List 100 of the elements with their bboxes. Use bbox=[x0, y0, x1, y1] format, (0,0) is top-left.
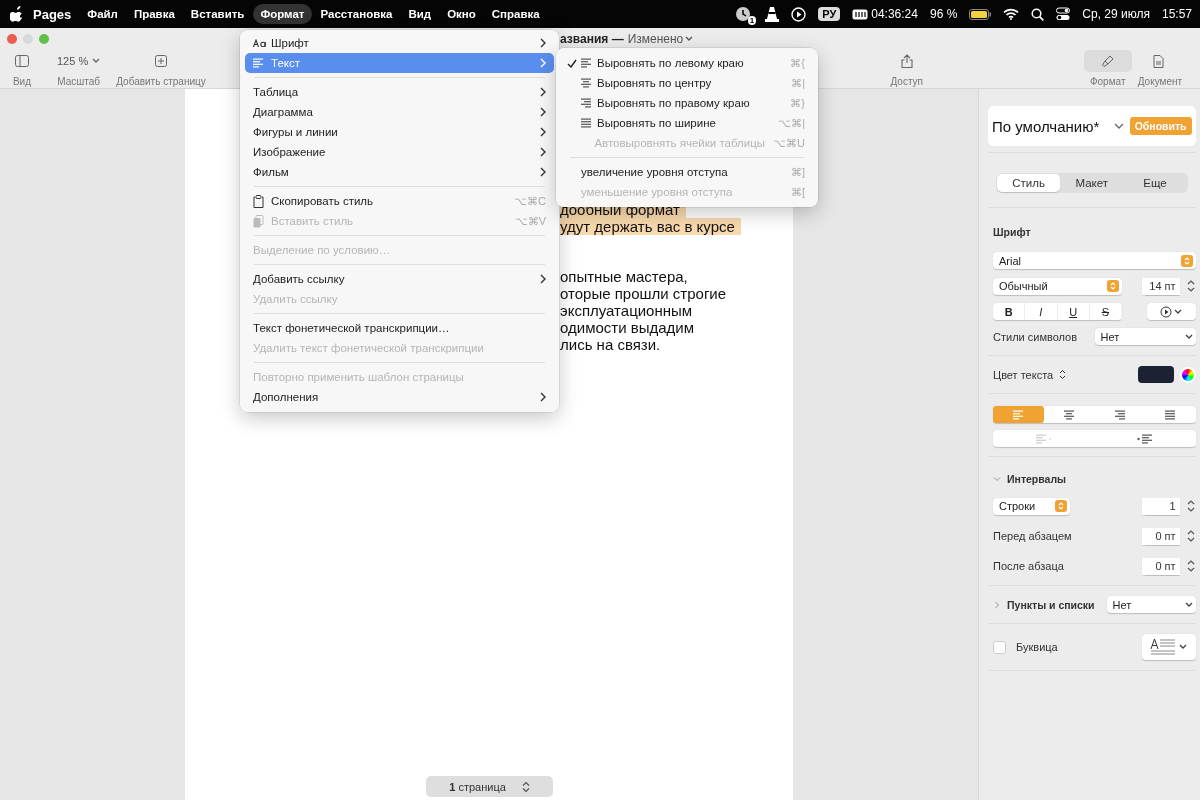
font-family-popup[interactable]: Arial bbox=[993, 252, 1196, 269]
menu-bar-item[interactable]: Расстановка bbox=[313, 4, 400, 24]
apple-logo-icon bbox=[10, 6, 24, 22]
menu-item[interactable]: Выровнять по ширине ⌥⌘| bbox=[561, 113, 813, 133]
share-icon[interactable] bbox=[900, 54, 913, 68]
menu-item[interactable]: Изображение bbox=[245, 142, 554, 162]
search-icon[interactable] bbox=[1031, 7, 1045, 21]
copy-style-icon bbox=[253, 194, 264, 208]
menu-bar-item[interactable]: Pages bbox=[26, 2, 79, 26]
text-style-button[interactable]: S bbox=[1089, 303, 1122, 320]
space-before-field[interactable]: 0 пт bbox=[1141, 527, 1180, 545]
tab[interactable]: Еще bbox=[1123, 174, 1187, 192]
page-count: 1 страница bbox=[449, 780, 506, 793]
wifi-icon[interactable] bbox=[1003, 8, 1020, 20]
space-after-field[interactable]: 0 пт bbox=[1141, 557, 1180, 575]
control-center-icon[interactable] bbox=[1056, 7, 1071, 21]
shortcut: ⌥⌘C bbox=[514, 194, 546, 208]
menu-item[interactable]: Скопировать стиль ⌥⌘C bbox=[245, 191, 554, 211]
add-page-icon[interactable] bbox=[154, 55, 167, 67]
text-options-button[interactable] bbox=[1146, 303, 1196, 320]
menu-bar-item[interactable]: Справка bbox=[484, 4, 547, 24]
tab[interactable]: Стиль bbox=[997, 174, 1061, 192]
circle-play-icon bbox=[1160, 305, 1173, 318]
timer-text: 04:36:24 bbox=[871, 7, 918, 21]
shortcut: ⌘[ bbox=[790, 185, 805, 199]
menu-item[interactable]: Добавить ссылку bbox=[245, 269, 554, 289]
align-left-icon bbox=[253, 58, 263, 68]
menu-item[interactable]: Таблица bbox=[245, 82, 554, 102]
tab[interactable]: Макет bbox=[1060, 174, 1124, 192]
zoom-dropdown[interactable]: 125 % bbox=[51, 55, 107, 67]
paragraph-style-name[interactable]: По умолчанию* bbox=[992, 117, 1108, 135]
body-text: опытные мастера, bbox=[560, 268, 688, 285]
menu-bar-time: 15:57 bbox=[1161, 7, 1192, 21]
font-icon bbox=[253, 39, 267, 47]
align-center-icon bbox=[1063, 409, 1074, 420]
text-style-button[interactable]: U bbox=[1057, 303, 1090, 320]
battery-icon bbox=[969, 8, 992, 20]
traffic-cone-icon bbox=[765, 6, 780, 22]
cloud-clock-icon bbox=[735, 6, 752, 22]
toolbar-label: Вид bbox=[12, 76, 32, 87]
drop-cap-popup[interactable] bbox=[1141, 634, 1196, 660]
section-heading[interactable]: Интервалы bbox=[1007, 473, 1067, 485]
align-right-icon bbox=[1114, 409, 1125, 420]
typeface-popup[interactable]: Обычный bbox=[993, 277, 1122, 295]
menu-item[interactable]: Дополнения bbox=[245, 387, 554, 407]
text-style-button[interactable]: B bbox=[993, 303, 1026, 320]
stepper-icon[interactable] bbox=[1059, 369, 1067, 380]
chevron-down-icon[interactable] bbox=[1113, 122, 1124, 130]
popup-arrows-icon bbox=[1055, 500, 1067, 512]
toolbar-label: Добавить страницу bbox=[116, 76, 206, 87]
input-source[interactable]: РУ bbox=[818, 7, 841, 21]
color-wheel-icon[interactable] bbox=[1179, 366, 1196, 383]
color-well[interactable] bbox=[1137, 366, 1174, 383]
menu-item[interactable]: Шрифт bbox=[245, 33, 554, 53]
menu-bar-item[interactable]: Вставить bbox=[183, 4, 252, 24]
character-style-popup[interactable]: Нет bbox=[1094, 328, 1196, 345]
menu-bar-item[interactable]: Правка bbox=[126, 4, 182, 24]
chevron-down-icon[interactable] bbox=[685, 36, 694, 42]
menu-item[interactable]: Выровнять по центру ⌘| bbox=[561, 73, 813, 93]
close-button[interactable] bbox=[7, 34, 17, 44]
line-spacing-field[interactable]: 1 bbox=[1141, 497, 1180, 515]
body-text: одимости выдадим bbox=[560, 319, 694, 336]
chevron-down-icon bbox=[1174, 308, 1183, 315]
page-count-control[interactable]: 1 страница bbox=[426, 776, 553, 797]
document-status[interactable]: Изменено bbox=[627, 32, 684, 46]
spacing-mode-popup[interactable]: Строки bbox=[993, 497, 1070, 515]
sidebar-icon[interactable] bbox=[15, 55, 29, 67]
list-style-popup[interactable]: Нет bbox=[1106, 596, 1196, 613]
shortcut: ⌘| bbox=[791, 76, 805, 90]
field-label: Цвет текста bbox=[993, 368, 1054, 381]
chevron-down-icon bbox=[1179, 644, 1188, 650]
menu-item[interactable]: Текст фонетической транскрипции… bbox=[245, 318, 554, 338]
font-size-field[interactable]: 14 пт bbox=[1141, 277, 1180, 295]
menu-item[interactable]: Фильм bbox=[245, 162, 554, 182]
drop-cap-icon bbox=[1150, 638, 1177, 656]
field-label: После абзаца bbox=[993, 560, 1064, 572]
inspector-tab[interactable] bbox=[1083, 50, 1132, 72]
chevron-down-icon bbox=[92, 58, 101, 64]
checkbox[interactable] bbox=[993, 640, 1006, 654]
section-heading[interactable]: Пункты и списки bbox=[1007, 598, 1095, 611]
menu-item[interactable]: Выровнять по правому краю ⌘} bbox=[561, 93, 813, 113]
toolbar-label: Документ bbox=[1137, 76, 1183, 87]
text-style-button[interactable]: I bbox=[1025, 303, 1058, 320]
menu-item[interactable]: Диаграмма bbox=[245, 102, 554, 122]
document-title: азвания — bbox=[560, 32, 624, 46]
shortcut: ⌘] bbox=[790, 165, 805, 179]
field-label: Перед абзацем bbox=[993, 530, 1072, 542]
menu-item[interactable]: Выровнять по левому краю ⌘{ bbox=[561, 53, 813, 73]
menu-bar-item[interactable]: Вид bbox=[401, 4, 439, 24]
menu-bar-item[interactable]: Файл bbox=[80, 4, 125, 24]
meter-icon bbox=[852, 8, 869, 20]
body-text: лись на связи. bbox=[560, 336, 661, 353]
align-right-icon bbox=[581, 98, 591, 108]
chevron-down-icon bbox=[1184, 333, 1193, 340]
menu-item[interactable]: увеличение уровня отступа ⌘] bbox=[561, 162, 813, 182]
checkbox-label: Буквица bbox=[1016, 641, 1058, 653]
menu-bar-item[interactable]: Окно bbox=[440, 4, 483, 24]
menu-item[interactable]: Фигуры и линии bbox=[245, 122, 554, 142]
menu-bar-item[interactable]: Формат bbox=[253, 4, 312, 24]
shortcut: ⌘} bbox=[790, 96, 805, 110]
